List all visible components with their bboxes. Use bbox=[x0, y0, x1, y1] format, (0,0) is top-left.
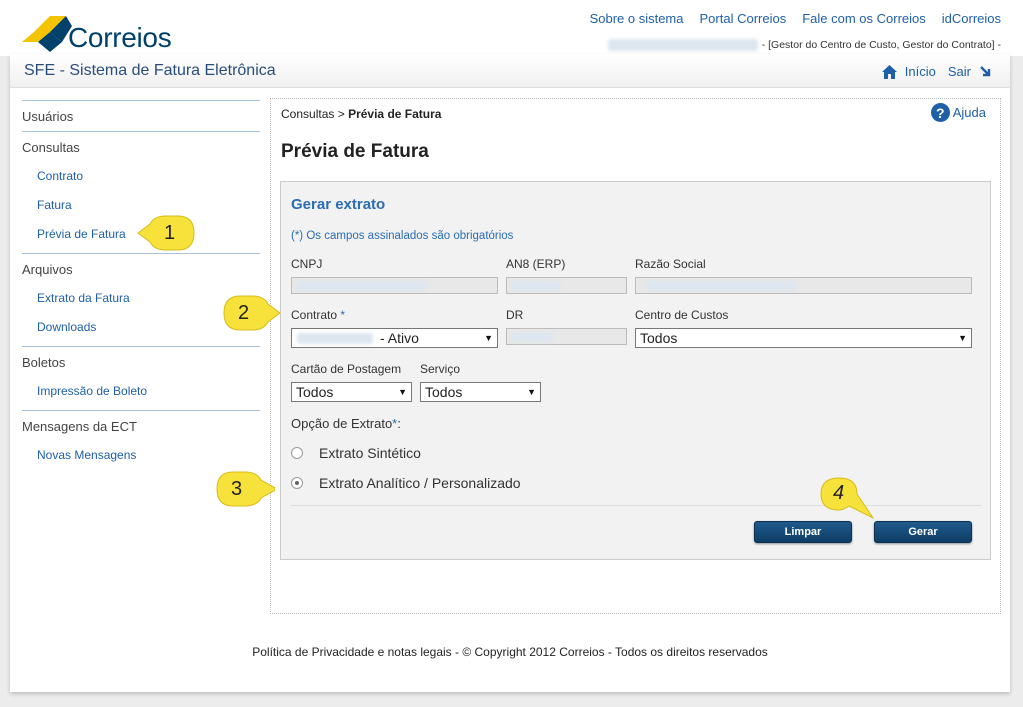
sidebar-menu: Usuários Consultas Contrato Fatura Prévi… bbox=[22, 100, 260, 470]
breadcrumb-separator: > bbox=[337, 107, 345, 121]
callout-3: 3 bbox=[215, 468, 279, 507]
option-analitico-label[interactable]: Extrato Analítico / Personalizado bbox=[319, 475, 521, 491]
callout-bubble-icon bbox=[223, 295, 281, 331]
link-portal-correios[interactable]: Portal Correios bbox=[700, 11, 787, 26]
content-panel: Consultas > Prévia de Fatura ? Ajuda Pré… bbox=[270, 98, 1001, 614]
exit-link[interactable]: Sair bbox=[948, 64, 971, 79]
dr-label: DR bbox=[506, 308, 524, 322]
main-card: SFE - Sistema de Fatura Eletrônica Iníci… bbox=[10, 54, 1010, 692]
breadcrumb-parent[interactable]: Consultas bbox=[281, 107, 334, 121]
sidebar-section-mensagens[interactable]: Mensagens da ECT bbox=[22, 410, 260, 441]
breadcrumb-current: Prévia de Fatura bbox=[348, 107, 442, 121]
an8-field bbox=[506, 277, 627, 294]
opcao-extrato-colon: : bbox=[397, 416, 401, 431]
callout-bubble-icon bbox=[216, 471, 279, 507]
top-nav: Sobre o sistema Portal Correios Fale com… bbox=[590, 11, 1001, 26]
chevron-down-icon: ▼ bbox=[484, 333, 493, 343]
an8-label: AN8 (ERP) bbox=[506, 257, 566, 271]
sidebar-section-usuarios[interactable]: Usuários bbox=[22, 100, 260, 131]
link-sobre-sistema[interactable]: Sobre o sistema bbox=[590, 11, 684, 26]
callout-number: 3 bbox=[231, 478, 243, 500]
cartao-postagem-select[interactable]: Todos ▼ bbox=[291, 382, 412, 402]
sidebar-item-impressao-boleto[interactable]: Impressão de Boleto bbox=[22, 377, 260, 410]
page-title: Prévia de Fatura bbox=[281, 141, 429, 162]
form-title: Gerar extrato bbox=[291, 196, 386, 213]
servico-select[interactable]: Todos ▼ bbox=[420, 382, 541, 402]
titlebar-actions: Início Sair bbox=[881, 64, 992, 79]
radio-analitico[interactable] bbox=[291, 477, 303, 489]
help-link[interactable]: ? Ajuda bbox=[930, 103, 986, 122]
callout-2: 2 bbox=[222, 292, 281, 331]
extract-form: Gerar extrato (*) Os campos assinalados … bbox=[280, 181, 991, 560]
home-icon[interactable] bbox=[881, 64, 897, 79]
opcao-extrato-label: Opção de Extrato*: bbox=[291, 416, 401, 431]
centro-custos-label: Centro de Custos bbox=[635, 308, 729, 322]
sidebar-section-arquivos[interactable]: Arquivos bbox=[22, 253, 260, 284]
option-analitico[interactable]: Extrato Analítico / Personalizado bbox=[291, 475, 521, 491]
radio-sintetico[interactable] bbox=[291, 447, 303, 459]
redacted-contrato bbox=[297, 333, 373, 344]
sidebar-section-consultas[interactable]: Consultas bbox=[22, 131, 260, 162]
sidebar-item-contrato[interactable]: Contrato bbox=[22, 162, 260, 191]
contrato-label: Contrato * bbox=[291, 308, 345, 322]
redacted-razao-social bbox=[646, 281, 796, 291]
form-divider bbox=[291, 505, 981, 506]
logo-wordmark: Correios bbox=[68, 22, 172, 53]
sidebar-item-novas-mensagens[interactable]: Novas Mensagens bbox=[22, 441, 260, 470]
help-label[interactable]: Ajuda bbox=[953, 105, 986, 120]
redacted-user-name bbox=[607, 39, 758, 51]
centro-custos-value: Todos bbox=[640, 330, 678, 346]
user-info: - [Gestor do Centro de Custo, Gestor do … bbox=[607, 39, 1001, 51]
callout-bubble-icon bbox=[820, 477, 875, 520]
redacted-dr bbox=[511, 332, 553, 342]
site-header: Correios Sobre o sistema Portal Correios… bbox=[0, 0, 1023, 56]
callout-1: 1 bbox=[136, 212, 195, 251]
cnpj-field bbox=[291, 277, 498, 294]
required-asterisk: * bbox=[340, 308, 346, 322]
chevron-down-icon: ▼ bbox=[527, 387, 536, 397]
redacted-cnpj bbox=[296, 281, 426, 291]
callout-4: 4 bbox=[815, 474, 875, 520]
breadcrumb: Consultas > Prévia de Fatura bbox=[281, 107, 441, 121]
chevron-down-icon: ▼ bbox=[398, 387, 407, 397]
callout-number: 2 bbox=[238, 302, 250, 324]
link-idcorreios[interactable]: idCorreios bbox=[942, 11, 1001, 26]
app-titlebar: SFE - Sistema de Fatura Eletrônica Iníci… bbox=[10, 54, 1010, 88]
help-icon[interactable]: ? bbox=[930, 103, 950, 122]
cartao-postagem-label: Cartão de Postagem bbox=[291, 362, 402, 376]
contrato-status: - Ativo bbox=[380, 330, 419, 346]
razao-social-field bbox=[635, 277, 972, 294]
servico-label: Serviço bbox=[420, 362, 461, 376]
chevron-down-icon: ▼ bbox=[958, 333, 967, 343]
cartao-postagem-value: Todos bbox=[296, 384, 334, 400]
redacted-an8 bbox=[511, 281, 561, 291]
callout-number: 4 bbox=[833, 482, 845, 504]
required-note: (*) Os campos assinalados são obrigatóri… bbox=[291, 230, 514, 242]
footer-text: Política de Privacidade e notas legais -… bbox=[252, 645, 768, 659]
limpar-button[interactable]: Limpar bbox=[754, 521, 852, 543]
exit-arrow-icon[interactable] bbox=[979, 65, 992, 78]
opcao-extrato-text: Opção de Extrato bbox=[291, 416, 393, 431]
callout-number: 1 bbox=[164, 222, 176, 244]
app-title: SFE - Sistema de Fatura Eletrônica bbox=[24, 62, 276, 79]
contrato-label-text: Contrato bbox=[291, 308, 338, 322]
home-link[interactable]: Início bbox=[905, 64, 936, 79]
link-fale-conosco[interactable]: Fale com os Correios bbox=[802, 11, 926, 26]
servico-value: Todos bbox=[425, 384, 463, 400]
gerar-button[interactable]: Gerar bbox=[874, 521, 972, 543]
option-sintetico[interactable]: Extrato Sintético bbox=[291, 445, 421, 461]
option-sintetico-label[interactable]: Extrato Sintético bbox=[319, 445, 421, 461]
cnpj-label: CNPJ bbox=[291, 257, 323, 271]
razao-social-label: Razão Social bbox=[635, 257, 706, 271]
contrato-select[interactable]: - Ativo ▼ bbox=[291, 328, 498, 348]
dr-field bbox=[506, 328, 627, 345]
user-roles: - [Gestor do Centro de Custo, Gestor do … bbox=[761, 39, 1001, 51]
centro-custos-select[interactable]: Todos ▼ bbox=[635, 328, 972, 348]
sidebar-section-boletos[interactable]: Boletos bbox=[22, 346, 260, 377]
